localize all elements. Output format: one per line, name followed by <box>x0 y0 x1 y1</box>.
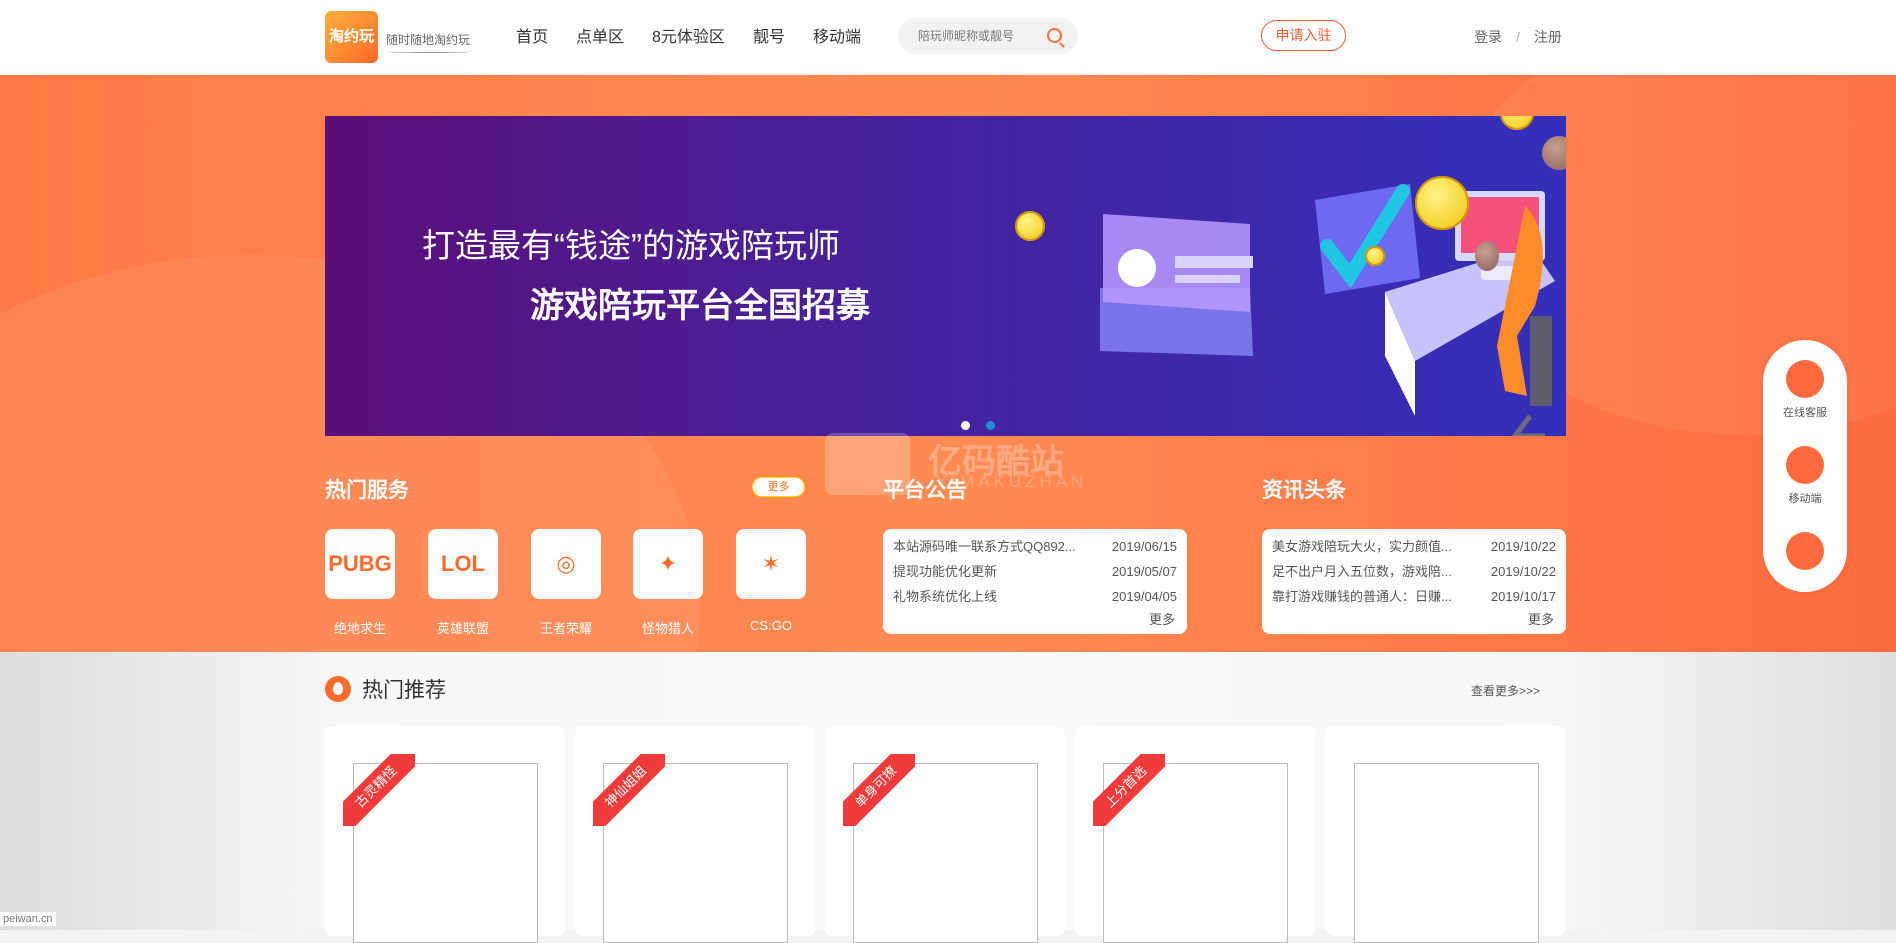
slogan-underline <box>386 50 472 53</box>
coin-8 <box>1475 241 1499 271</box>
ribbon-label: 古灵精怪 <box>343 754 415 826</box>
news-date: 2019/10/22 <box>1490 564 1556 579</box>
login-link[interactable]: 登录 <box>1474 29 1502 45</box>
site-slogan: 随时随地淘约玩 <box>386 33 471 47</box>
recommend-see-more-link[interactable]: 查看更多>>> <box>1471 682 1540 699</box>
announcement-title: 本站源码唯一联系方式QQ892... <box>893 539 1076 554</box>
game-name: 怪物猎人 <box>641 621 694 636</box>
ribbon-label: 神仙姐姐 <box>593 754 665 826</box>
flame-icon <box>325 676 351 702</box>
hot-services-more-button[interactable]: 更多 <box>752 477 805 497</box>
online-service-label: 在线客服 <box>1783 407 1827 419</box>
main-nav: 首页 点单区 8元体验区 靓号 移动端 <box>516 23 889 47</box>
carousel-dot-2[interactable] <box>986 421 995 430</box>
card-ribbon: 单身可撩 <box>843 754 915 826</box>
side-toolbar: 在线客服 移动端 <box>1763 340 1847 592</box>
card-ribbon: 上分首选 <box>1093 754 1165 826</box>
lol-icon: LOL <box>428 529 498 599</box>
coin-5 <box>1365 246 1385 266</box>
announcements-box: 本站源码唯一联系方式QQ892... 2019/06/15 提现功能优化更新 201… <box>883 529 1187 634</box>
auth-links: 登录 / 注册 <box>1474 27 1562 47</box>
ribbon-label: 单身可撩 <box>843 754 915 826</box>
back-to-top-button[interactable] <box>1763 532 1847 576</box>
monster-hunter-icon: ✦ <box>633 529 703 599</box>
chat-icon <box>1786 360 1824 398</box>
ribbon-label: 上分首选 <box>1093 754 1165 826</box>
top-header: 淘约玩 随时随地淘约玩 首页 点单区 8元体验区 靓号 移动端 申请入驻 登录 /… <box>0 0 1896 75</box>
announcement-date: 2019/06/15 <box>1111 539 1177 554</box>
honor-of-kings-icon: ◎ <box>531 529 601 599</box>
news-headline: 美女游戏陪玩大火，实力颜值... <box>1272 539 1452 554</box>
register-link[interactable]: 注册 <box>1534 29 1562 45</box>
game-name: 王者荣耀 <box>539 621 592 636</box>
recommend-card[interactable]: 上分首选 <box>1075 726 1315 943</box>
news-headline: 靠打游戏赚钱的普通人：日赚... <box>1272 589 1452 604</box>
search-input[interactable] <box>918 27 1038 45</box>
mobile-button[interactable]: 移动端 <box>1763 446 1847 506</box>
phone-icon <box>1786 446 1824 484</box>
promo-banner[interactable]: 打造最有“钱途”的游戏陪玩师 游戏陪玩平台全国招募 <box>325 116 1566 436</box>
announcement-item[interactable]: 礼物系统优化上线 2019/04/05 <box>893 587 1177 612</box>
news-box: 美女游戏陪玩大火，实力颜值... 2019/10/22 足不出户月入五位数，游戏陪… <box>1262 529 1566 634</box>
news-item[interactable]: 足不出户月入五位数，游戏陪... 2019/10/22 <box>1272 562 1556 587</box>
coin-1 <box>1015 211 1045 241</box>
online-service-button[interactable]: 在线客服 <box>1763 360 1847 420</box>
nav-premium-id[interactable]: 靓号 <box>753 23 785 47</box>
news-title: 资讯头条 <box>1262 479 1346 502</box>
announcement-item[interactable]: 本站源码唯一联系方式QQ892... 2019/06/15 <box>893 537 1177 562</box>
card-ribbon: 古灵精怪 <box>343 754 415 826</box>
nav-mobile[interactable]: 移动端 <box>813 23 861 47</box>
game-pubg[interactable]: PUBG 绝地求生 <box>325 529 395 636</box>
banner-illustration <box>1100 184 1555 436</box>
game-honor-of-kings[interactable]: ◎ 王者荣耀 <box>531 529 601 636</box>
site-logo[interactable]: 淘约玩 <box>325 11 378 63</box>
banner-subheadline: 游戏陪玩平台全国招募 <box>530 287 870 325</box>
recommend-card[interactable]: 古灵精怪 <box>325 726 565 943</box>
apply-join-button[interactable]: 申请入驻 <box>1261 20 1346 51</box>
nav-order-zone[interactable]: 点单区 <box>576 23 624 47</box>
game-name: 绝地求生 <box>333 621 386 636</box>
pubg-icon: PUBG <box>325 529 395 599</box>
status-url: peiwan.cn <box>0 912 56 926</box>
recommend-card[interactable] <box>1326 726 1566 943</box>
game-lol[interactable]: LOL 英雄联盟 <box>428 529 498 636</box>
game-monster-hunter[interactable]: ✦ 怪物猎人 <box>633 529 703 636</box>
game-name: 英雄联盟 <box>436 621 489 636</box>
arrow-up-icon <box>1786 532 1824 570</box>
carousel-dot-1[interactable] <box>961 421 970 430</box>
hot-services-title: 热门服务 <box>325 479 409 502</box>
mobile-label: 移动端 <box>1788 493 1822 505</box>
banner-headline: 打造最有“钱途”的游戏陪玩师 <box>422 227 840 264</box>
csgo-icon: ✶ <box>736 529 806 599</box>
search-icon[interactable] <box>1047 28 1062 43</box>
announcement-item[interactable]: 提现功能优化更新 2019/05/07 <box>893 562 1177 587</box>
announcements-more-link[interactable]: 更多 <box>1149 609 1175 628</box>
search-box <box>898 18 1078 54</box>
game-name: CS:GO <box>750 618 792 633</box>
announcements-title: 平台公告 <box>883 479 967 502</box>
card-image <box>1354 763 1539 943</box>
coin-2 <box>1415 176 1469 230</box>
card-ribbon: 神仙姐姐 <box>593 754 665 826</box>
announcement-date: 2019/05/07 <box>1111 564 1177 579</box>
news-headline: 足不出户月入五位数，游戏陪... <box>1272 564 1452 579</box>
news-item[interactable]: 美女游戏陪玩大火，实力颜值... 2019/10/22 <box>1272 537 1556 562</box>
announcement-title: 提现功能优化更新 <box>893 564 998 579</box>
auth-separator: / <box>1516 29 1520 45</box>
nav-home[interactable]: 首页 <box>516 23 548 47</box>
announcement-title: 礼物系统优化上线 <box>893 589 998 604</box>
news-date: 2019/10/22 <box>1490 539 1556 554</box>
game-csgo[interactable]: ✶ CS:GO <box>736 529 806 633</box>
recommend-title: 热门推荐 <box>362 679 446 702</box>
nav-trial-zone[interactable]: 8元体验区 <box>652 23 725 47</box>
news-more-link[interactable]: 更多 <box>1528 609 1554 628</box>
recommend-card[interactable]: 神仙姐姐 <box>575 726 815 943</box>
recommend-card[interactable]: 单身可撩 <box>825 726 1065 943</box>
news-item[interactable]: 靠打游戏赚钱的普通人：日赚... 2019/10/17 <box>1272 587 1556 612</box>
